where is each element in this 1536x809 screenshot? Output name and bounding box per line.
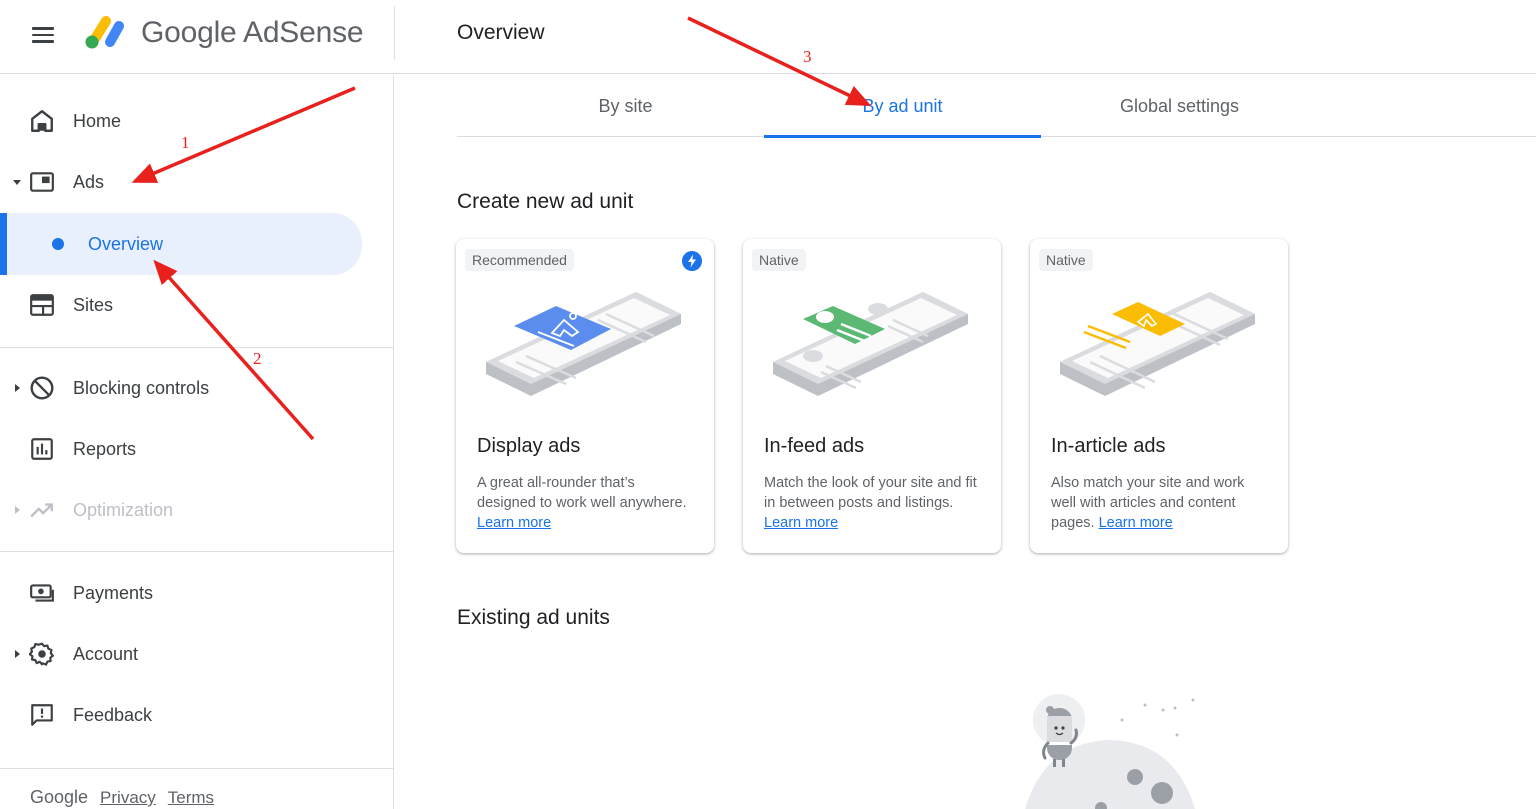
- expand-caret-right-icon[interactable]: [15, 384, 20, 392]
- app-logo-text: Google AdSense: [141, 16, 364, 49]
- sidebar-nav: Home Ads Overview Sites Blocking control…: [0, 75, 394, 809]
- sidebar-divider: [0, 551, 394, 552]
- sidebar-item-label: Sites: [73, 294, 114, 315]
- annotation-number-3: 3: [803, 47, 812, 66]
- sidebar-divider: [0, 347, 394, 348]
- expand-caret-right-icon[interactable]: [15, 650, 20, 658]
- tab-by-site[interactable]: By site: [487, 75, 764, 137]
- sidebar-item-feedback[interactable]: Feedback: [0, 687, 362, 743]
- learn-more-link[interactable]: Learn more: [1099, 515, 1173, 531]
- terms-link[interactable]: Terms: [168, 788, 214, 808]
- sidebar-item-label: Payments: [73, 582, 154, 603]
- card-title: In-article ads: [1051, 435, 1166, 457]
- in-feed-ads-card[interactable]: Native In-feed ads Match the look of you…: [743, 239, 1001, 553]
- in-feed-ads-illustration: [773, 292, 968, 396]
- home-icon: [31, 110, 53, 132]
- sidebar-footer: Google Privacy Terms: [30, 787, 214, 808]
- sidebar-item-account[interactable]: Account: [0, 626, 362, 682]
- learn-more-link[interactable]: Learn more: [477, 515, 551, 531]
- google-footer-brand: Google: [30, 787, 89, 807]
- create-ad-unit-heading: Create new ad unit: [457, 190, 634, 213]
- card-title: Display ads: [477, 435, 581, 457]
- ads-tab-bar: By site By ad unit Global settings: [457, 75, 1536, 138]
- card-description-text: A great all-rounder that’s designed to w…: [477, 475, 687, 511]
- card-title: In-feed ads: [764, 435, 865, 457]
- sidebar-item-label: Ads: [73, 171, 105, 192]
- card-description: Also match your site and work well with …: [1051, 473, 1271, 533]
- sidebar-item-reports[interactable]: Reports: [0, 421, 362, 477]
- tab-by-ad-unit[interactable]: By ad unit: [764, 75, 1041, 138]
- bullet-dot-icon: [52, 238, 64, 250]
- learn-more-link[interactable]: Learn more: [764, 515, 838, 531]
- sidebar-item-label: Optimization: [73, 499, 174, 520]
- sidebar-item-overview[interactable]: Overview: [0, 213, 362, 275]
- native-tag: Native: [752, 249, 806, 271]
- expand-caret-down-icon[interactable]: [13, 179, 21, 185]
- tab-global-settings[interactable]: Global settings: [1041, 75, 1318, 137]
- sidebar-item-label: Reports: [73, 438, 137, 459]
- empty-state-astronaut-illustration: [1025, 694, 1195, 809]
- card-description: A great all-rounder that’s designed to w…: [477, 473, 697, 533]
- sidebar-item-payments[interactable]: Payments: [0, 565, 362, 621]
- in-article-ads-illustration: [1060, 292, 1255, 396]
- sidebar-item-ads[interactable]: Ads: [0, 154, 362, 210]
- reports-icon: [31, 438, 53, 460]
- payments-icon: [30, 584, 54, 602]
- existing-ad-units-heading: Existing ad units: [457, 606, 610, 629]
- trending-up-icon: [30, 503, 53, 518]
- gear-icon: [29, 642, 54, 666]
- display-ads-illustration: [486, 292, 681, 396]
- ad-unit-icon: [30, 172, 54, 192]
- block-icon: [30, 376, 54, 400]
- hamburger-menu-icon[interactable]: [30, 24, 56, 46]
- sidebar-item-sites[interactable]: Sites: [0, 277, 362, 333]
- recommended-tag: Recommended: [465, 249, 574, 271]
- feedback-icon: [31, 704, 53, 726]
- sidebar-item-label: Blocking controls: [73, 377, 210, 398]
- expand-caret-right-icon[interactable]: [15, 506, 20, 514]
- sidebar-item-blocking-controls[interactable]: Blocking controls: [0, 360, 362, 416]
- card-description: Match the look of your site and fit in b…: [764, 473, 984, 533]
- in-article-ads-card[interactable]: Native In-article ads Also match your si…: [1030, 239, 1288, 553]
- sidebar-item-label: Overview: [88, 233, 164, 254]
- annotation-number-2: 2: [253, 349, 262, 368]
- header-divider: [394, 6, 395, 60]
- sidebar-divider: [0, 768, 394, 769]
- top-app-bar: Google AdSense Overview: [0, 0, 1536, 74]
- sites-icon: [30, 294, 54, 316]
- adsense-logo-icon: [85, 16, 124, 49]
- annotation-number-1: 1: [181, 133, 190, 152]
- privacy-link[interactable]: Privacy: [100, 788, 156, 808]
- active-indicator: [0, 213, 7, 275]
- sidebar-item-label: Feedback: [73, 704, 153, 725]
- sidebar-item-label: Home: [73, 110, 122, 131]
- page-title: Overview: [457, 21, 545, 44]
- card-description-text: Match the look of your site and fit in b…: [764, 475, 977, 511]
- lightning-bolt-icon: [682, 251, 702, 271]
- native-tag: Native: [1039, 249, 1093, 271]
- display-ads-card[interactable]: Recommended Display ads A great all-roun…: [456, 239, 714, 553]
- sidebar-item-optimization[interactable]: Optimization: [0, 482, 362, 538]
- sidebar-item-label: Account: [73, 643, 139, 664]
